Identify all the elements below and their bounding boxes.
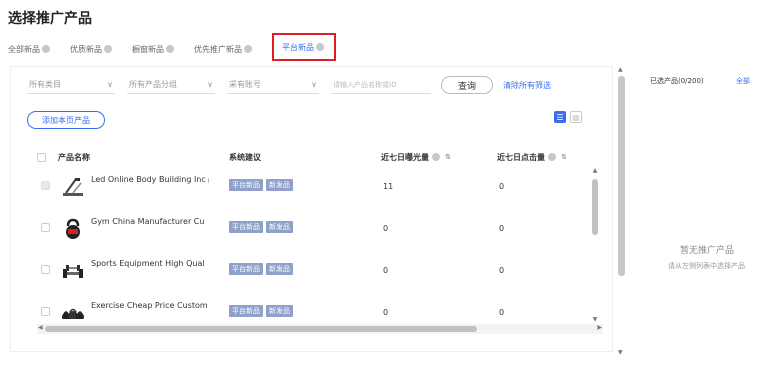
header-suggestion: 系统建议 bbox=[229, 152, 261, 162]
scroll-up-icon[interactable]: ▲ bbox=[591, 167, 599, 174]
scrollbar-thumb[interactable] bbox=[618, 76, 625, 276]
add-page-products-button[interactable]: 添加本页产品 bbox=[27, 111, 105, 129]
clicks-value: 0 bbox=[499, 266, 505, 275]
scrollbar-thumb[interactable] bbox=[592, 179, 598, 235]
header-product-name: 产品名称 bbox=[58, 152, 90, 162]
help-icon[interactable] bbox=[548, 153, 556, 161]
header-exposure: 近七日曝光量 bbox=[381, 152, 429, 162]
product-name[interactable]: Gym China Manufacturer Cu bbox=[91, 217, 209, 226]
select-all-checkbox[interactable] bbox=[37, 152, 46, 162]
table-row[interactable]: Gym China Manufacturer Cu 平台新品 新发品 0 0 bbox=[37, 209, 589, 251]
product-name[interactable]: Exercise Cheap Price Custom bbox=[91, 301, 209, 310]
group-select[interactable]: 所有产品分组 ∨ bbox=[127, 76, 215, 94]
kettlebell-set-icon bbox=[62, 308, 84, 319]
account-select[interactable]: 采有账号 ∨ bbox=[227, 76, 319, 94]
row-checkbox[interactable] bbox=[41, 265, 50, 274]
scroll-right-icon[interactable]: ▶ bbox=[597, 324, 602, 331]
info-icon[interactable]: i bbox=[207, 176, 209, 185]
clicks-value: 0 bbox=[499, 224, 505, 233]
chevron-down-icon: ∨ bbox=[207, 80, 213, 89]
tab-platform-new[interactable]: 平台新品 bbox=[272, 33, 336, 61]
help-icon[interactable] bbox=[104, 45, 112, 53]
product-search-input[interactable]: 请输入产品名称或ID bbox=[331, 76, 431, 94]
scrollbar-thumb[interactable] bbox=[45, 326, 477, 332]
suggestion-tags: 平台新品 新发品 bbox=[229, 221, 296, 233]
gym-machine-icon bbox=[63, 178, 83, 196]
tab-priority-new[interactable]: 优先推广新品 bbox=[194, 39, 252, 59]
table-vertical-scrollbar[interactable]: ▲ ▼ bbox=[591, 167, 599, 323]
scroll-up-icon[interactable]: ▲ bbox=[618, 66, 623, 73]
help-icon[interactable] bbox=[432, 153, 440, 161]
row-checkbox[interactable] bbox=[41, 307, 50, 316]
scroll-down-icon[interactable]: ▼ bbox=[591, 316, 599, 323]
tag-platform-new: 平台新品 bbox=[229, 305, 263, 317]
suggestion-tags: 平台新品 新发品 bbox=[229, 263, 296, 275]
suggestion-tags: 平台新品 新发品 bbox=[229, 305, 296, 317]
product-rows: Led Online Body Building Inci 平台新品 新发品 1… bbox=[37, 167, 589, 319]
grid-view-icon[interactable]: ▦ bbox=[570, 111, 582, 123]
empty-state-title: 暂无推广产品 bbox=[680, 246, 735, 256]
clicks-value: 0 bbox=[499, 308, 505, 317]
row-checkbox[interactable] bbox=[41, 223, 50, 232]
table-header: 产品名称 系统建议 近七日曝光量 ⇅ 近七日点击量 ⇅ bbox=[37, 147, 597, 167]
help-icon[interactable] bbox=[316, 43, 324, 51]
table-horizontal-scrollbar[interactable]: ◀ ▶ bbox=[37, 324, 603, 334]
product-name[interactable]: Led Online Body Building Inci bbox=[91, 175, 209, 185]
help-icon[interactable] bbox=[244, 45, 252, 53]
tag-new-release: 新发品 bbox=[266, 305, 293, 317]
sort-icon[interactable]: ⇅ bbox=[561, 153, 567, 161]
exposure-value: 0 bbox=[383, 224, 389, 233]
product-name[interactable]: Sports Equipment High Qual bbox=[91, 259, 209, 268]
tag-new-release: 新发品 bbox=[266, 221, 293, 233]
tab-showcase-new[interactable]: 橱窗新品 bbox=[132, 39, 174, 59]
table-row[interactable]: Sports Equipment High Qual 平台新品 新发品 0 0 bbox=[37, 251, 589, 293]
selected-products-panel: 已选产品(0/200) 全部 暂无推广产品 请从左侧列表中选择产品 bbox=[642, 66, 761, 352]
row-checkbox[interactable] bbox=[41, 181, 50, 190]
list-view-icon[interactable]: ☰ bbox=[554, 111, 566, 123]
scroll-left-icon[interactable]: ◀ bbox=[38, 324, 43, 331]
select-all-link[interactable]: 全部 bbox=[736, 76, 750, 86]
kettlebell-icon bbox=[66, 218, 80, 239]
sort-icon[interactable]: ⇅ bbox=[445, 153, 451, 161]
table-row[interactable]: Led Online Body Building Inci 平台新品 新发品 1… bbox=[37, 167, 589, 209]
clicks-value: 0 bbox=[499, 182, 505, 191]
suggestion-tags: 平台新品 新发品 bbox=[229, 179, 296, 191]
page-vertical-scrollbar[interactable]: ▲ ▼ bbox=[616, 66, 626, 356]
tag-platform-new: 平台新品 bbox=[229, 221, 263, 233]
exposure-value: 0 bbox=[383, 308, 389, 317]
query-button[interactable]: 查询 bbox=[441, 76, 494, 94]
tab-all-new[interactable]: 全部新品 bbox=[8, 39, 50, 59]
tag-platform-new: 平台新品 bbox=[229, 263, 263, 275]
empty-state-subtitle: 请从左侧列表中选择产品 bbox=[668, 262, 745, 270]
header-clicks: 近七日点击量 bbox=[497, 152, 545, 162]
filter-bar: 所有类目 ∨ 所有产品分组 ∨ 采有账号 ∨ 请输入产品名称或ID 查询 清除所有筛选 bbox=[27, 76, 551, 94]
exposure-value: 11 bbox=[383, 182, 394, 191]
tag-platform-new: 平台新品 bbox=[229, 179, 263, 191]
tab-quality-new[interactable]: 优质新品 bbox=[70, 39, 112, 59]
table-row[interactable]: Exercise Cheap Price Custom 平台新品 新发品 0 0 bbox=[37, 293, 589, 319]
scroll-down-icon[interactable]: ▼ bbox=[618, 349, 623, 356]
product-list-panel: 所有类目 ∨ 所有产品分组 ∨ 采有账号 ∨ 请输入产品名称或ID 查询 清除所有筛选… bbox=[10, 66, 613, 352]
selected-count: 已选产品(0/200) bbox=[650, 77, 704, 85]
help-icon[interactable] bbox=[166, 45, 174, 53]
tag-new-release: 新发品 bbox=[266, 263, 293, 275]
chevron-down-icon: ∨ bbox=[107, 80, 113, 89]
view-toggle: ☰ ▦ bbox=[550, 111, 582, 123]
help-icon[interactable] bbox=[42, 45, 50, 53]
exposure-value: 0 bbox=[383, 266, 389, 275]
category-select[interactable]: 所有类目 ∨ bbox=[27, 76, 115, 94]
chevron-down-icon: ∨ bbox=[311, 80, 317, 89]
dumbbells-icon bbox=[63, 265, 83, 278]
tag-new-release: 新发品 bbox=[266, 179, 293, 191]
page-title: 选择推广产品 bbox=[8, 11, 92, 27]
tab-bar: 全部新品 优质新品 橱窗新品 优先推广新品 平台新品 bbox=[8, 33, 356, 62]
clear-filters-link[interactable]: 清除所有筛选 bbox=[503, 80, 551, 91]
